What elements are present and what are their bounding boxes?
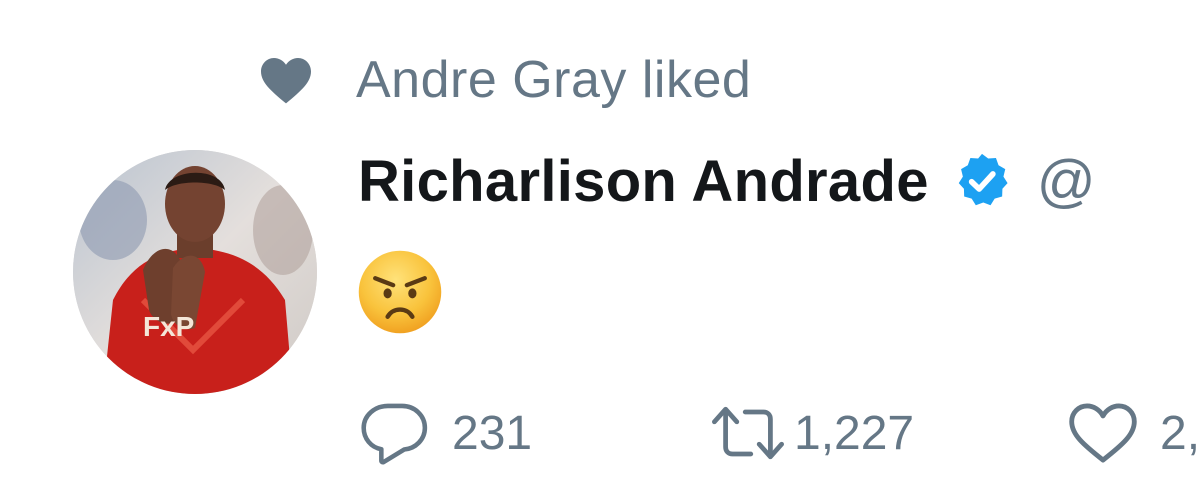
angry-face-icon	[358, 250, 442, 334]
tweet-card[interactable]: Andre Gray liked FxP Richarlison Andrade…	[0, 0, 1200, 500]
heart-icon	[261, 57, 311, 104]
svg-text:FxP: FxP	[143, 311, 194, 342]
social-context-label[interactable]: Andre Gray liked	[356, 50, 751, 110]
reply-count: 231	[452, 406, 533, 460]
avatar[interactable]: FxP	[73, 150, 317, 394]
reply-button[interactable]: 231	[358, 398, 532, 468]
like-count: 2,	[1160, 406, 1200, 460]
retweet-icon	[712, 406, 784, 460]
retweet-count: 1,227	[794, 406, 915, 460]
reply-icon	[361, 403, 428, 465]
avatar-photo: FxP	[73, 150, 317, 394]
author-handle[interactable]: @	[1037, 148, 1096, 215]
tweet-body	[356, 248, 444, 336]
like-button[interactable]: 2,	[1066, 398, 1200, 468]
like-heart-icon	[1069, 403, 1137, 463]
social-context: Andre Gray liked	[258, 50, 751, 110]
tweet-header: Richarlison Andrade @	[358, 146, 1096, 216]
retweet-button[interactable]: 1,227	[706, 398, 914, 468]
verified-badge-icon	[958, 153, 1008, 206]
author-display-name[interactable]: Richarlison Andrade	[358, 148, 929, 215]
